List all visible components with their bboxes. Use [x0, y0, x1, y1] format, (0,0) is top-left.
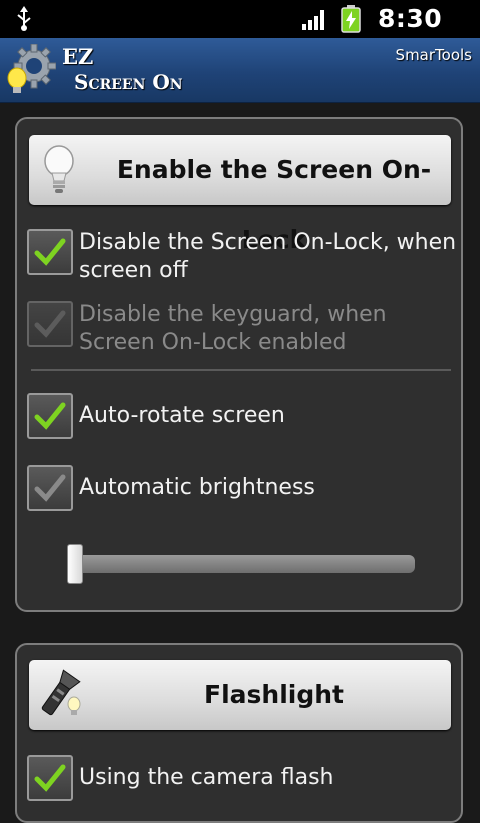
checkbox[interactable] — [27, 229, 73, 275]
checkmark-icon — [34, 310, 66, 338]
screen-lock-panel: Enable the Screen On-Lock Disable the Sc… — [15, 117, 463, 612]
option-camera-flash[interactable]: Using the camera flash — [27, 755, 452, 803]
checkmark-icon — [34, 474, 66, 502]
lightbulb-icon — [41, 143, 77, 201]
app-title-bar: EZ Screen On SmarTools — [0, 38, 480, 103]
app-title-line2: Screen On — [74, 70, 183, 94]
brand-logo: SmarTools — [395, 46, 472, 64]
checkbox-label: Using the camera flash — [79, 765, 334, 790]
brightness-slider-thumb[interactable] — [67, 544, 83, 584]
checkbox[interactable] — [27, 755, 73, 801]
checkbox-label: Disable the keyguard, when Screen On-Loc… — [79, 302, 387, 355]
checkmark-icon — [34, 238, 66, 266]
signal-icon — [302, 8, 328, 34]
flashlight-panel: Flashlight Using the camera flash — [15, 643, 463, 823]
enable-screen-lock-label: Enable the Screen On-Lock — [116, 155, 432, 254]
option-disable-keyguard: Disable the keyguard, when Screen On-Loc… — [27, 301, 452, 359]
status-bar: 8:30 PM — [0, 0, 480, 62]
divider — [31, 369, 451, 371]
checkbox-label: Auto-rotate screen — [79, 403, 285, 428]
flashlight-label: Flashlight — [204, 680, 344, 709]
flashlight-icon — [41, 668, 83, 726]
flashlight-button[interactable]: Flashlight — [29, 660, 451, 730]
checkbox-label: Disable the Screen On-Lock, when screen … — [79, 230, 457, 283]
option-disable-lock-screen-off[interactable]: Disable the Screen On-Lock, when screen … — [27, 229, 456, 287]
app-title-line1: EZ — [62, 44, 94, 69]
checkbox-label: Automatic brightness — [79, 475, 315, 500]
enable-screen-lock-button[interactable]: Enable the Screen On-Lock — [29, 135, 451, 254]
checkbox[interactable] — [27, 465, 73, 511]
checkbox[interactable] — [27, 393, 73, 439]
checkmark-icon — [34, 764, 66, 792]
battery-charging-icon — [341, 5, 361, 37]
brightness-slider-track[interactable] — [69, 555, 415, 573]
option-auto-rotate[interactable]: Auto-rotate screen — [27, 393, 452, 441]
checkbox-disabled — [27, 301, 73, 347]
gear-bulb-icon — [4, 43, 57, 100]
option-auto-brightness[interactable]: Automatic brightness — [27, 465, 452, 513]
checkmark-icon — [34, 402, 66, 430]
usb-icon — [16, 6, 32, 36]
